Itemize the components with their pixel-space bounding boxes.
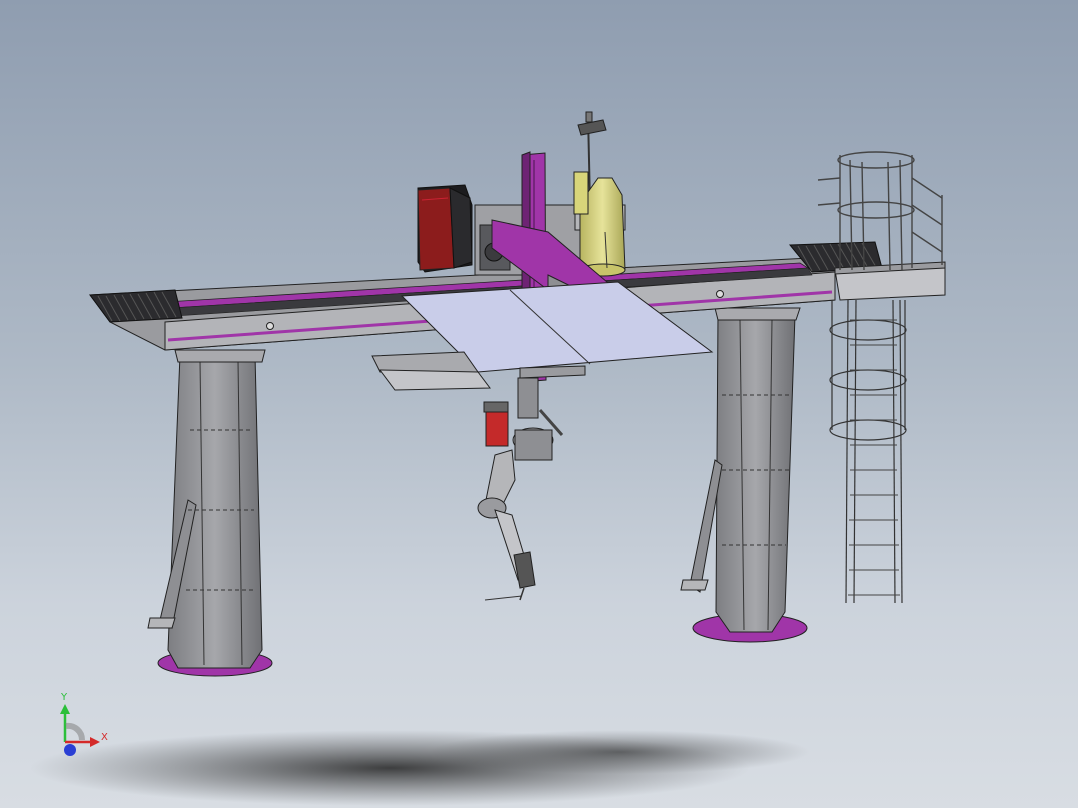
x-axis-label: X xyxy=(101,732,108,743)
z-axis-marker xyxy=(64,744,76,756)
left-support-column[interactable] xyxy=(147,349,273,677)
y-axis-arrowhead xyxy=(60,704,70,714)
ground-shadow xyxy=(30,730,810,806)
left-cable-bellows xyxy=(89,289,183,323)
y-axis-label: Y xyxy=(60,692,68,703)
access-platform[interactable] xyxy=(817,151,946,301)
cad-viewport[interactable]: Y X xyxy=(0,0,1078,808)
x-axis-arrowhead xyxy=(90,737,100,747)
welding-robot-arm[interactable] xyxy=(477,377,564,601)
gantry-robot-model[interactable]: Y X xyxy=(0,0,1078,808)
power-supply-cabinet[interactable] xyxy=(417,184,473,273)
access-ladder[interactable] xyxy=(829,299,907,604)
right-support-column[interactable] xyxy=(680,307,808,643)
